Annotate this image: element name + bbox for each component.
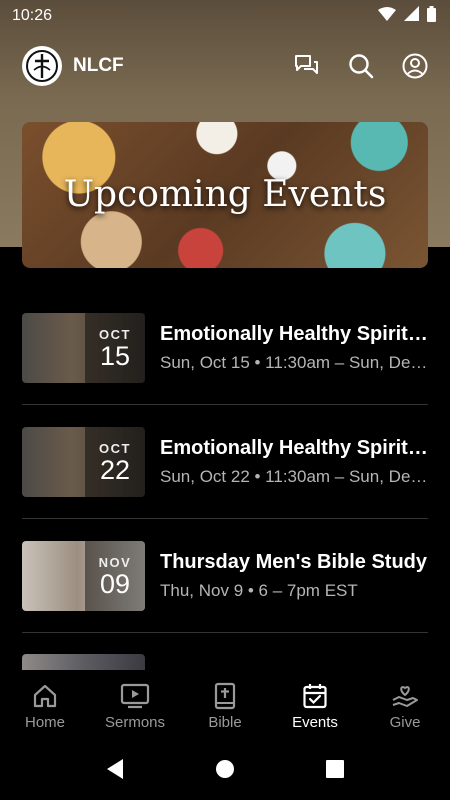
event-info: Thursday Men's Bible Study Thu, Nov 9 • …	[160, 551, 428, 601]
cellular-signal-icon	[404, 6, 419, 26]
event-thumbnail: OCT 22	[22, 427, 145, 497]
nav-give-label: Give	[389, 714, 421, 731]
event-info: Emotionally Healthy Spirituality Sun, Oc…	[160, 323, 428, 373]
back-icon[interactable]	[105, 758, 125, 785]
event-thumbnail: NOV 09	[22, 541, 145, 611]
home-circle-icon[interactable]	[215, 759, 235, 784]
status-icons	[378, 5, 436, 27]
event-thumbnail	[22, 654, 145, 670]
nav-home[interactable]: Home	[0, 670, 90, 742]
event-month: NOV	[98, 554, 132, 570]
nav-sermons[interactable]: Sermons	[90, 670, 180, 742]
bottom-navigation: Home Sermons Bible Events Give	[0, 670, 450, 742]
event-day: 09	[99, 568, 131, 599]
battery-icon	[427, 5, 436, 27]
nav-sermons-label: Sermons	[104, 714, 166, 731]
upcoming-events-banner: Upcoming Events	[22, 122, 428, 268]
event-title: Emotionally Healthy Spirituality	[160, 323, 428, 345]
event-item[interactable]: OCT 15 Emotionally Healthy Spirituality …	[22, 291, 428, 405]
app-name: NLCF	[73, 55, 124, 76]
event-date-badge: OCT 15	[85, 313, 145, 383]
event-date-badge: NOV 09	[85, 541, 145, 611]
event-subtitle: Thu, Nov 9 • 6 – 7pm EST	[160, 581, 358, 600]
status-time: 10:26	[12, 7, 53, 24]
list-divider	[22, 632, 428, 633]
bible-icon	[213, 681, 237, 711]
event-subtitle: Sun, Oct 22 • 11:30am – Sun, Dec 10 • 1p…	[160, 467, 428, 486]
event-item-partial[interactable]	[22, 654, 428, 670]
event-month: OCT	[99, 440, 131, 456]
recents-square-icon[interactable]	[325, 759, 345, 784]
event-day: 15	[99, 340, 131, 371]
cross-logo-icon	[26, 50, 58, 82]
event-thumbnail: OCT 15	[22, 313, 145, 383]
event-month: OCT	[99, 326, 131, 342]
status-bar: 10:26	[0, 0, 450, 32]
app-actions	[294, 53, 428, 79]
calendar-icon	[302, 681, 328, 711]
nav-give[interactable]: Give	[360, 670, 450, 742]
event-day: 22	[99, 454, 131, 485]
nav-events[interactable]: Events	[270, 670, 360, 742]
event-title: Emotionally Healthy Spirituality	[160, 437, 428, 459]
event-subtitle: Sun, Oct 15 • 11:30am – Sun, Dec 10 • 1p…	[160, 353, 428, 372]
give-hand-heart-icon	[391, 681, 419, 711]
banner-title: Upcoming Events	[63, 174, 387, 215]
nav-bible-label: Bible	[208, 714, 242, 731]
chat-icon[interactable]	[294, 54, 320, 78]
event-item[interactable]: OCT 22 Emotionally Healthy Spirituality …	[22, 405, 428, 519]
event-info: Emotionally Healthy Spirituality Sun, Oc…	[160, 437, 428, 487]
nav-events-label: Events	[292, 714, 338, 731]
nav-home-label: Home	[24, 714, 65, 731]
search-icon[interactable]	[348, 53, 374, 79]
event-title: Thursday Men's Bible Study	[160, 551, 428, 573]
event-item[interactable]: NOV 09 Thursday Men's Bible Study Thu, N…	[22, 519, 428, 633]
account-icon[interactable]	[402, 53, 428, 79]
nav-bible[interactable]: Bible	[180, 670, 270, 742]
church-logo[interactable]	[22, 46, 62, 86]
home-icon	[32, 681, 58, 711]
wifi-icon	[378, 6, 396, 26]
system-navigation-bar	[0, 742, 450, 800]
video-icon	[120, 681, 150, 711]
app-bar: NLCF	[0, 42, 450, 90]
event-date-badge: OCT 22	[85, 427, 145, 497]
